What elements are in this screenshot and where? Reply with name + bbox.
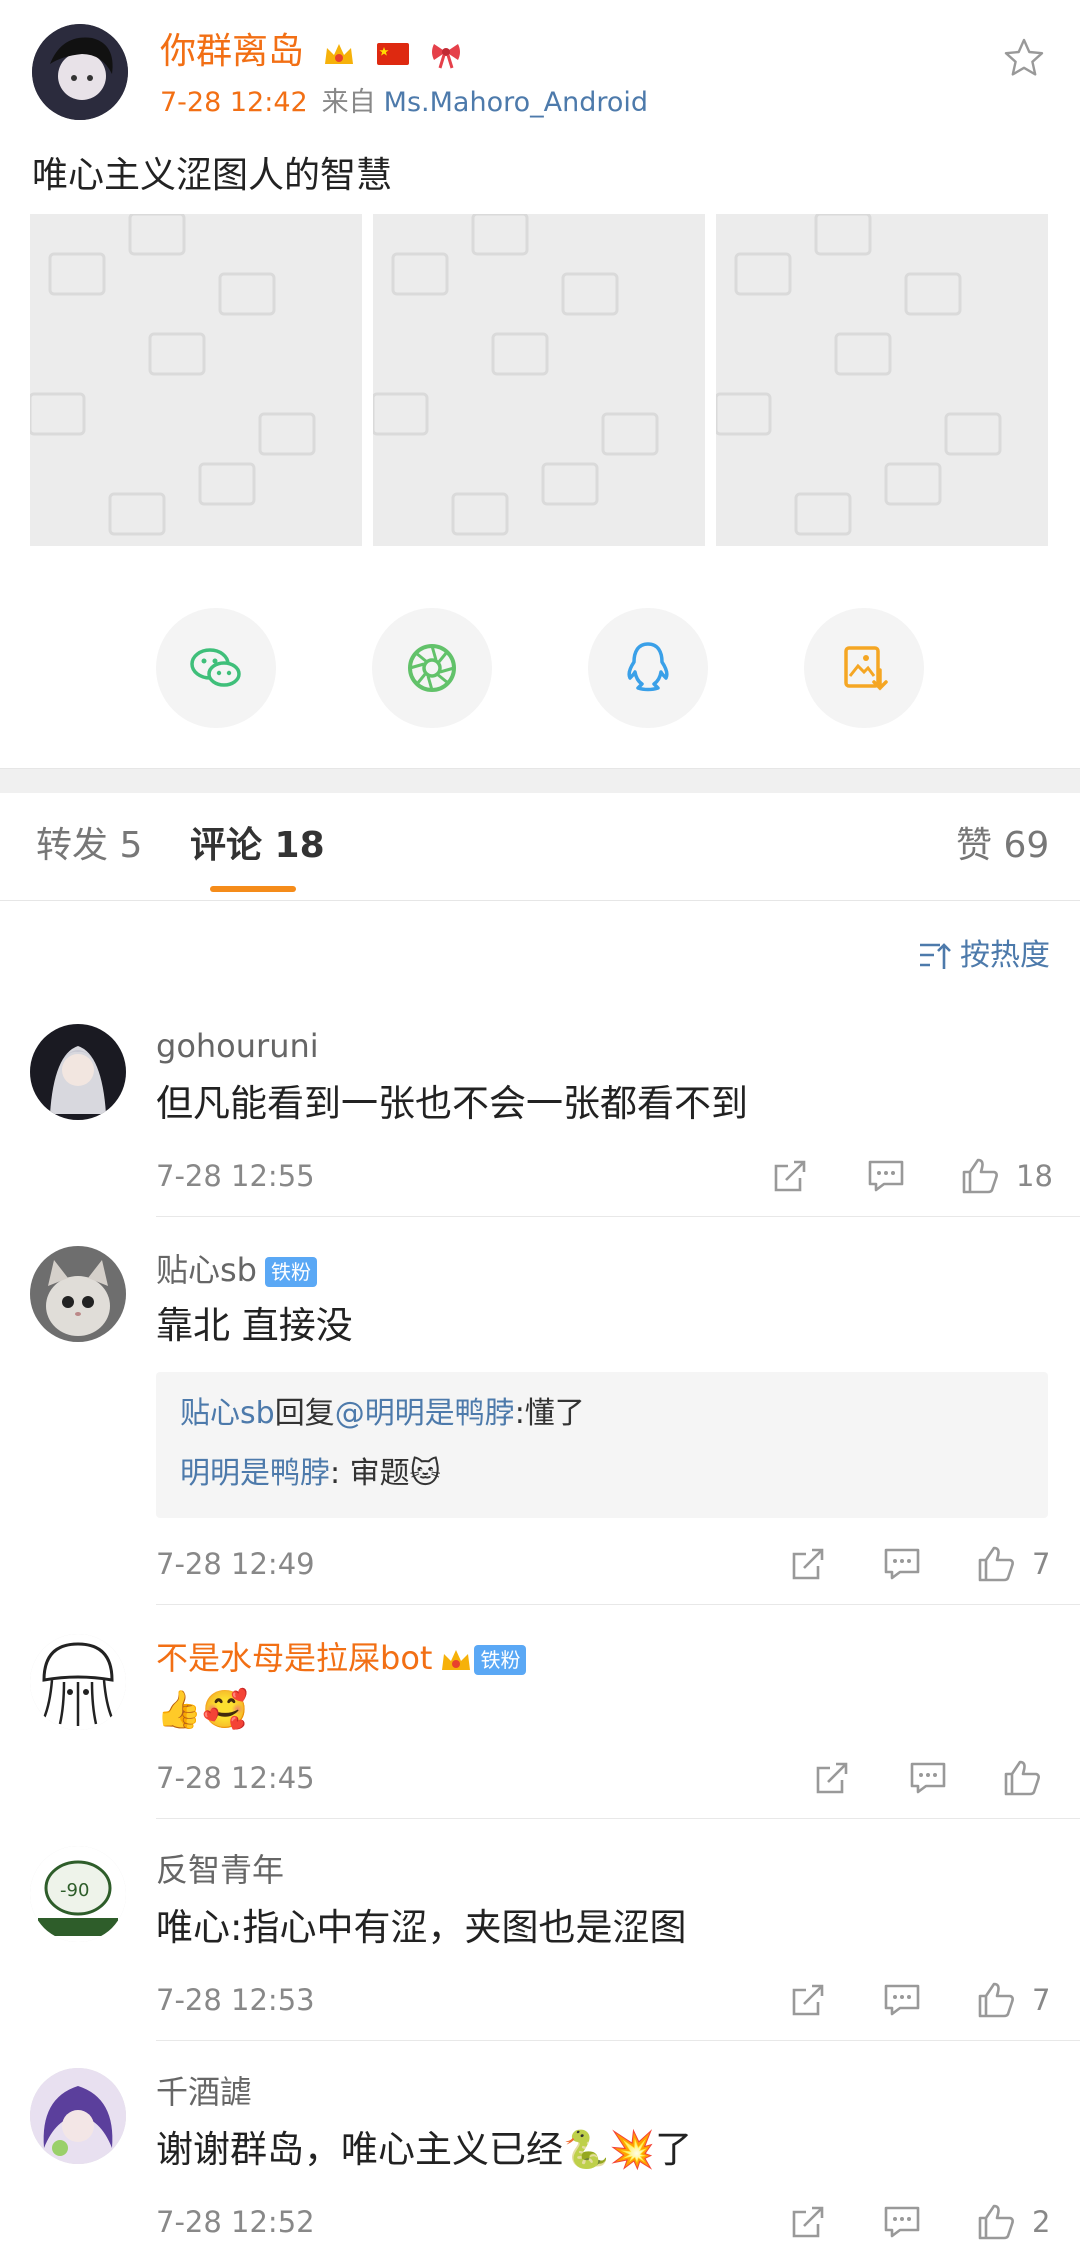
share-wechat-button[interactable] [156,608,276,728]
china-flag-icon [375,35,411,71]
post-time: 7-28 12:42 [160,87,308,118]
section-divider [0,768,1080,793]
tab-comments[interactable]: 评论 18 [190,822,325,870]
commenter-avatar[interactable] [30,1634,126,1730]
svg-text:-90: -90 [60,1880,89,1901]
commenter-avatar[interactable] [30,1246,126,1342]
active-tab-indicator [210,886,296,892]
photo-1[interactable] [30,214,362,546]
photo-2[interactable] [373,214,705,546]
comment-time: 7-28 12:52 [156,2205,315,2239]
comment-time: 7-28 12:53 [156,1983,315,2017]
like-count: 7 [1032,1983,1051,2017]
comment-time: 7-28 12:55 [156,1159,315,1193]
crown-badge-icon [438,1642,474,1678]
comment-text: 👍🥰 [156,1688,249,1731]
author-avatar[interactable] [32,24,128,120]
repost-icon[interactable] [788,1544,828,1584]
like-count: 7 [1032,1547,1051,1581]
like-count: 2 [1032,2205,1051,2239]
repost-icon[interactable] [788,1980,828,2020]
reply-line: 贴心sb回复@明明是鸭脖:懂了 [180,1392,585,1436]
sort-by-hot-button[interactable]: 按热度 [918,936,1050,976]
comment-text: 靠北 直接没 [156,1304,353,1347]
comment-separator [156,1818,1080,1819]
wechat-icon [190,648,241,687]
like-icon[interactable] [960,1156,1000,1196]
fan-badge: 铁粉 [265,1257,317,1287]
photo-3[interactable] [716,214,1048,546]
commenter-name[interactable]: 不是水母是拉屎bot 铁粉 [156,1636,527,1680]
bow-badge-icon [428,35,464,71]
commenter-name[interactable]: 千酒謔 [156,2070,252,2114]
save-image-button[interactable] [804,608,924,728]
reply-icon[interactable] [882,2202,922,2242]
share-moments-button[interactable] [372,608,492,728]
reply-text: : 审题🐱 [330,1456,441,1491]
post-text: 唯心主义涩图人的智慧 [32,155,393,196]
sort-icon [920,943,951,969]
comment-text: 但凡能看到一张也不会一张都看不到 [156,1082,748,1125]
repost-icon[interactable] [788,2202,828,2242]
moments-icon [408,644,456,692]
source-prefix: 来自 [321,87,376,118]
fan-badge: 铁粉 [474,1645,527,1675]
comment-time: 7-28 12:49 [156,1547,315,1581]
commenter-name-text[interactable]: 不是水母是拉屎bot [156,1639,432,1677]
reply-user-link[interactable]: 明明是鸭脖 [180,1456,330,1491]
like-icon[interactable] [976,1544,1016,1584]
reply-icon[interactable] [866,1156,906,1196]
tab-border [0,900,1080,901]
comment-text: 谢谢群岛，唯心主义已经🐍💥了 [156,2128,693,2171]
mention-link[interactable]: @明明是鸭脖 [335,1396,515,1431]
reply-icon[interactable] [882,1544,922,1584]
commenter-avatar[interactable] [30,1024,126,1120]
comment-time: 7-28 12:45 [156,1761,315,1795]
like-icon[interactable] [1002,1758,1042,1798]
comment-separator [156,2040,1080,2041]
reply-line: 明明是鸭脖: 审题🐱 [180,1452,441,1496]
comment-separator [156,1604,1080,1605]
qq-icon [627,642,669,692]
source-link[interactable]: Ms.Mahoro_Android [384,87,648,118]
like-count: 18 [1016,1159,1053,1193]
comment-text: 唯心:指心中有涩，夹图也是涩图 [156,1906,687,1949]
reply-text: :懂了 [514,1396,585,1431]
commenter-name[interactable]: gohouruni [156,1024,319,1068]
author-name[interactable]: 你群离岛 [160,26,464,78]
tab-reposts[interactable]: 转发 5 [36,822,142,870]
repost-icon[interactable] [770,1156,810,1196]
like-icon[interactable] [976,2202,1016,2242]
save-image-icon [844,646,888,691]
comment-separator [156,1216,1080,1217]
like-icon[interactable] [976,1980,1016,2020]
reply-icon[interactable] [908,1758,948,1798]
reply-preview-box[interactable]: 贴心sb回复@明明是鸭脖:懂了 明明是鸭脖: 审题🐱 [156,1372,1048,1518]
reply-verb: 回复 [274,1396,335,1431]
author-name-text[interactable]: 你群离岛 [160,31,304,72]
favorite-star-icon[interactable] [1002,36,1046,80]
tab-likes[interactable]: 赞 69 [956,822,1049,870]
commenter-name[interactable]: 反智青年 [156,1848,284,1892]
commenter-avatar[interactable]: -90 [30,1846,126,1942]
crown-badge-icon [321,35,357,71]
commenter-name[interactable]: 贴心sb 铁粉 [156,1248,317,1292]
post-meta: 7-28 12:42 来自 Ms.Mahoro_Android [160,84,648,122]
commenter-name-text[interactable]: 贴心sb [156,1251,257,1289]
commenter-avatar[interactable] [30,2068,126,2164]
sort-label: 按热度 [960,938,1050,973]
repost-icon[interactable] [812,1758,852,1798]
reply-user-link[interactable]: 贴心sb [180,1396,275,1431]
share-qq-button[interactable] [588,608,708,728]
reply-icon[interactable] [882,1980,922,2020]
